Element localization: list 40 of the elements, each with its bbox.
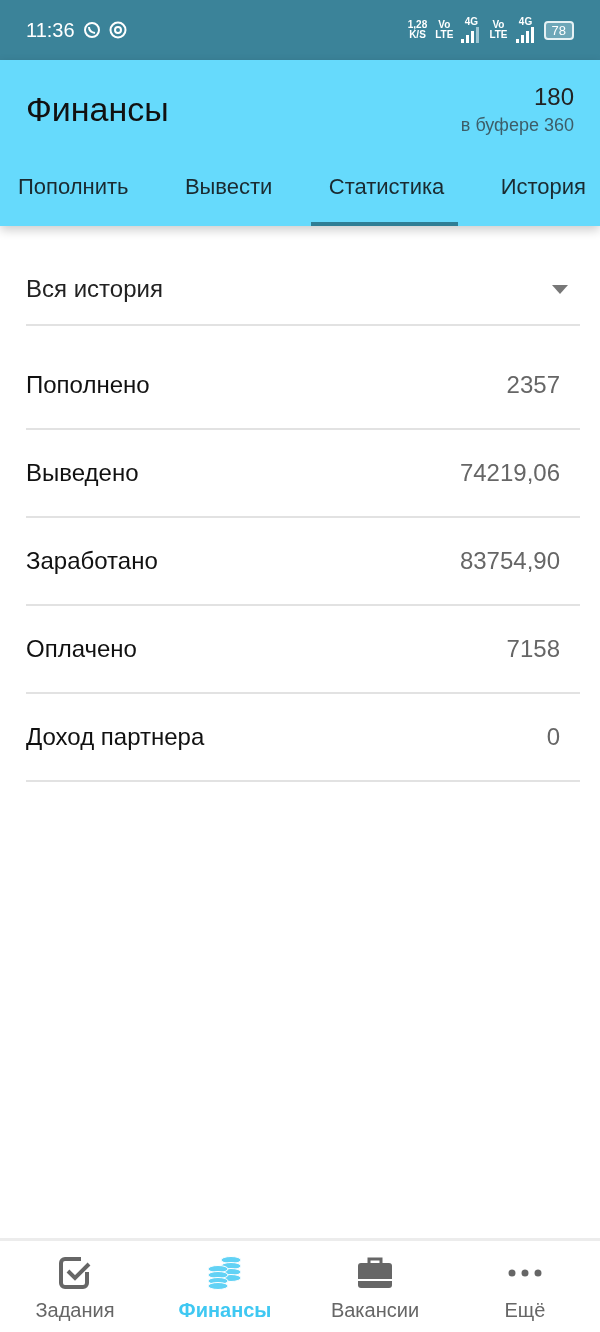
nav-item[interactable]: Вакансии: [300, 1241, 450, 1332]
battery-icon: 78: [543, 20, 574, 40]
chat-icon: [82, 21, 101, 39]
stat-label: Заработано: [26, 547, 158, 575]
briefcase-icon: [357, 1257, 393, 1289]
tab[interactable]: История: [482, 154, 600, 226]
speed-text: 1,28: [407, 20, 428, 30]
stat-value: 83754,90: [459, 547, 560, 575]
stat-label: Пополнено: [26, 371, 150, 399]
tab[interactable]: Вывести: [166, 154, 287, 226]
nav-item[interactable]: Ещё: [450, 1241, 600, 1332]
volte-text: Vo: [492, 20, 505, 30]
nav-item[interactable]: Задания: [0, 1241, 150, 1332]
volte-text: Vo: [438, 20, 451, 30]
period-dropdown[interactable]: Вся история: [26, 254, 580, 326]
balance-text: 180: [533, 82, 574, 111]
stat-value: 2357: [506, 371, 560, 399]
stat-label: Оплачено: [26, 635, 137, 663]
clock: 11:36: [26, 18, 75, 42]
more-icon: [508, 1269, 542, 1277]
volte-text: LTE: [435, 30, 454, 40]
stat-label: Доход партнера: [26, 723, 205, 751]
stat-value: 0: [546, 723, 560, 751]
network-text: 4G: [464, 17, 479, 27]
stat-value: 7158: [506, 635, 560, 663]
speed-unit: K/S: [409, 30, 426, 40]
signal-icon: [461, 27, 482, 43]
at-icon: [108, 21, 127, 39]
tab[interactable]: Пополнить: [0, 154, 143, 226]
checkbox-icon: [57, 1255, 93, 1291]
volte-text: LTE: [489, 30, 508, 40]
network-text: 4G: [518, 17, 533, 27]
stat-value: 74219,06: [459, 459, 560, 487]
signal-icon: [515, 27, 536, 43]
screen-title: Финансы: [26, 89, 169, 129]
dropdown-caret-icon: [552, 284, 568, 294]
tab[interactable]: Статистика: [310, 154, 459, 226]
buffer-text: в буфере 360: [460, 114, 574, 136]
stat-label: Выведено: [26, 459, 139, 487]
coins-icon: [207, 1256, 243, 1290]
